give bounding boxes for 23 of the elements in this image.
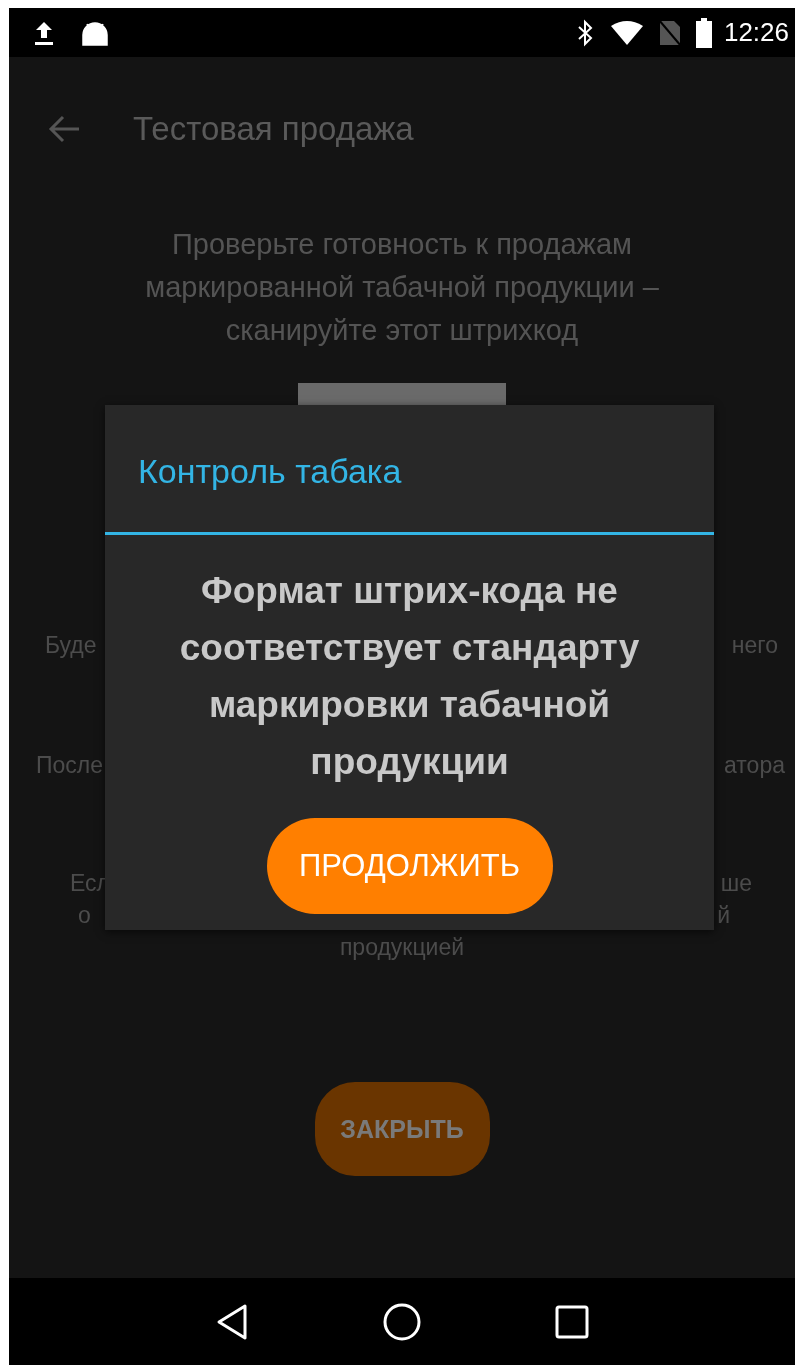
no-sim-icon <box>657 18 682 47</box>
close-button[interactable]: ЗАКРЫТЬ <box>314 1082 490 1176</box>
dialog-message: Формат штрих-кода не соответствует стандарту маркировки табачной продукции <box>179 569 640 784</box>
instruction-text: Проверьте готовность к продажам маркированной табачной продукции – сканируйте этот штрихкод <box>144 227 660 348</box>
status-time: 12:26 <box>723 17 789 48</box>
home-nav-icon[interactable] <box>382 1301 422 1342</box>
partial-text: й <box>717 901 730 930</box>
back-arrow-icon[interactable] <box>47 114 81 144</box>
wifi-icon <box>609 19 644 46</box>
partial-text: ше <box>720 869 752 898</box>
partial-text: продукцией <box>339 934 465 960</box>
partial-text: После <box>36 751 104 780</box>
continue-button[interactable]: ПРОДОЛЖИТЬ <box>266 818 553 914</box>
recents-nav-icon[interactable] <box>554 1304 589 1339</box>
battery-icon <box>695 17 712 48</box>
upload-icon <box>33 19 55 46</box>
partial-text: о <box>78 901 91 930</box>
dialog-title: Контроль табака <box>137 451 403 492</box>
partial-text: Буде <box>45 631 97 660</box>
partial-text: него <box>731 631 778 660</box>
partial-text: атора <box>724 751 785 780</box>
back-nav-icon[interactable] <box>215 1302 250 1341</box>
screen-title: Тестовая продажа <box>133 109 414 149</box>
